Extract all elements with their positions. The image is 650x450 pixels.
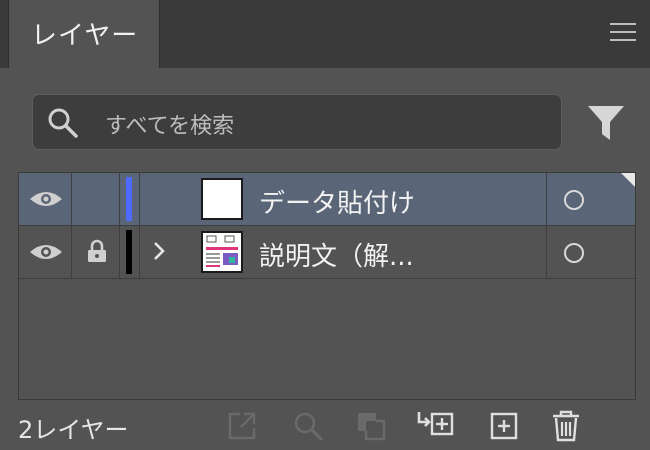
new-layer-icon[interactable] [488, 410, 520, 442]
filter-icon[interactable] [586, 104, 626, 142]
target-circle-icon[interactable] [564, 243, 584, 263]
layer-row[interactable]: データ貼付け [19, 173, 635, 225]
layer-name[interactable]: データ貼付け [259, 183, 415, 220]
layer-list: データ貼付け 説明文（解... [18, 172, 636, 400]
layer-thumbnail [201, 231, 243, 273]
trash-icon[interactable] [551, 410, 581, 442]
new-sublayer-icon[interactable] [416, 410, 456, 442]
layer-row[interactable]: 説明文（解... [19, 226, 635, 278]
target-circle-icon[interactable] [564, 190, 584, 210]
document-thumbnail-icon [203, 233, 241, 271]
selection-corner-indicator [621, 173, 635, 187]
layer-color-swatch [126, 177, 132, 221]
layers-panel: レイヤー すべてを検索 データ貼付け 説明文（解... 2レイヤー [0, 0, 650, 450]
lock-icon[interactable] [87, 239, 107, 263]
layer-name[interactable]: 説明文（解... [259, 236, 414, 273]
search-placeholder: すべてを検索 [105, 114, 235, 139]
search-field[interactable]: すべてを検索 [32, 94, 562, 150]
layer-count-label: 2レイヤー [18, 416, 129, 444]
hamburger-menu-icon[interactable] [610, 23, 636, 45]
tab-bar: レイヤー [0, 0, 650, 68]
chevron-right-icon[interactable] [151, 240, 167, 262]
tab-layers[interactable]: レイヤー [8, 0, 160, 68]
eye-icon[interactable] [29, 189, 63, 209]
locate-object-icon[interactable] [292, 410, 324, 442]
eye-icon[interactable] [29, 242, 63, 262]
layer-thumbnail [201, 178, 243, 220]
clipping-mask-icon[interactable] [355, 410, 387, 442]
search-icon [48, 108, 78, 138]
layer-color-swatch [126, 230, 132, 274]
tab-layers-label: レイヤー [31, 21, 139, 51]
export-icon[interactable] [226, 410, 258, 442]
